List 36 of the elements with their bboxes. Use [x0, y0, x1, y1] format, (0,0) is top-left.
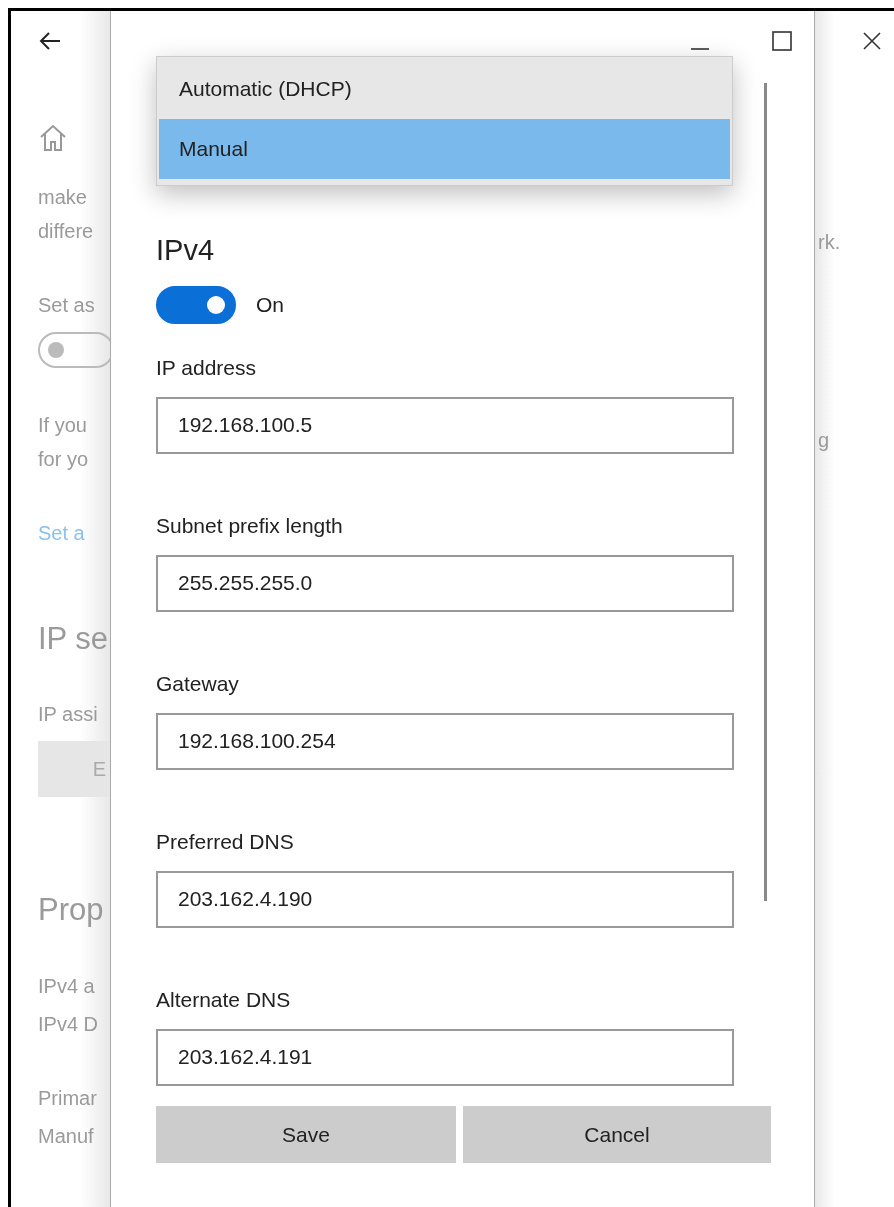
- back-arrow-icon[interactable]: [38, 31, 62, 51]
- cancel-button[interactable]: Cancel: [463, 1105, 771, 1163]
- field-label: Subnet prefix length: [156, 512, 343, 539]
- description-text: make: [38, 185, 87, 210]
- close-icon[interactable]: [863, 32, 881, 50]
- description-text: for yo: [38, 447, 89, 472]
- input-field[interactable]: 203.162.4.191: [156, 1028, 734, 1086]
- section-heading: IP se: [38, 620, 109, 658]
- home-icon[interactable]: [38, 124, 68, 152]
- setting-label: Manuf: [38, 1124, 94, 1149]
- setting-label: IP assi: [38, 701, 98, 727]
- setting-label: IPv4 a: [38, 974, 95, 999]
- input-field[interactable]: 192.168.100.5: [156, 396, 734, 454]
- maximize-icon[interactable]: [772, 31, 792, 51]
- setting-label: Primar: [38, 1086, 97, 1111]
- scroll-bar[interactable]: [764, 83, 767, 901]
- input-field[interactable]: 203.162.4.190: [156, 870, 734, 928]
- toggle-label: On: [256, 291, 284, 318]
- setting-label: IPv4 D: [38, 1012, 99, 1037]
- setting-label: Set as: [38, 293, 95, 318]
- toggle-switch[interactable]: [156, 285, 236, 324]
- dropdown-option[interactable]: Automatic (DHCP): [159, 59, 730, 119]
- field-label: Preferred DNS: [156, 828, 294, 855]
- field-label: Gateway: [156, 670, 239, 697]
- save-button[interactable]: Save: [156, 1105, 456, 1163]
- field-label: IP address: [156, 354, 256, 381]
- input-field[interactable]: 192.168.100.254: [156, 712, 734, 770]
- section-heading: Prop: [38, 890, 104, 929]
- description-text: If you: [38, 413, 87, 438]
- section-title: IPv4: [156, 233, 215, 268]
- field-label: Alternate DNS: [156, 986, 291, 1013]
- dropdown-option[interactable]: Manual: [159, 119, 730, 179]
- description-text: differe: [38, 219, 94, 244]
- input-field[interactable]: 255.255.255.0: [156, 554, 734, 612]
- description-text: rk.: [818, 230, 841, 255]
- description-text: g: [818, 428, 830, 453]
